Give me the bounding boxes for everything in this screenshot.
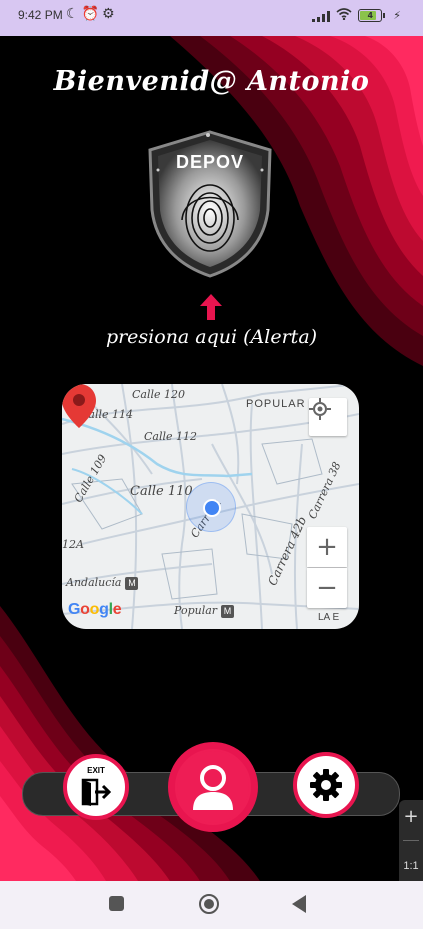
side-ratio-button[interactable]: 1:1	[399, 860, 423, 872]
app-screen: Bienvenid@ Antonio DEPOV presiona aqui (…	[0, 36, 423, 881]
wifi-icon	[336, 8, 352, 23]
arrow-up-icon	[200, 294, 222, 320]
map-label: Calle 120	[132, 388, 186, 401]
map-label: POPULAR	[246, 398, 306, 410]
map-label: Popular M	[174, 604, 235, 618]
alert-shield-button[interactable]: DEPOV	[144, 130, 276, 278]
status-right-icons: 4 ⚡	[312, 8, 401, 23]
status-time: 9:42 PM	[18, 8, 63, 22]
signal-icon	[312, 10, 331, 22]
battery-level: 4	[367, 11, 374, 20]
location-pin-icon[interactable]	[62, 384, 96, 428]
map-label: Calle 112	[144, 430, 198, 443]
battery-icon: 4	[358, 9, 386, 22]
gear-icon	[310, 769, 342, 801]
recent-apps-icon[interactable]	[109, 896, 124, 911]
zoom-out-button[interactable]: −	[307, 568, 347, 608]
my-location-button[interactable]	[309, 398, 347, 436]
metro-badge: M	[221, 604, 235, 618]
google-attribution: Google	[68, 601, 122, 618]
map-label-text: Popular	[174, 604, 218, 617]
alert-instruction: presiona aqui (Alerta)	[105, 326, 318, 348]
status-bar: 9:42 PM ☾⏰⚙ 4 ⚡	[0, 0, 423, 36]
home-icon[interactable]	[199, 894, 219, 914]
profile-button[interactable]	[168, 742, 258, 832]
metro-badge: M	[125, 576, 139, 590]
system-nav-bar	[0, 881, 423, 929]
moon-icon: ☾	[66, 6, 82, 22]
map-label: Calle 110	[130, 484, 193, 499]
side-zoom-in-button[interactable]: +	[399, 806, 423, 827]
welcome-title: Bienvenid@ Antonio	[53, 66, 370, 97]
map-view[interactable]: Calle 120 Calle 114 Calle 112 Calle 109 …	[62, 384, 359, 629]
back-icon[interactable]	[292, 895, 306, 913]
map-label: Andalucía M	[66, 576, 139, 590]
alarm-icon: ⏰	[81, 6, 102, 22]
map-label: 12A	[62, 538, 84, 551]
user-profile-icon	[193, 765, 233, 810]
exit-door-icon	[81, 778, 111, 806]
map-label: LA E	[318, 612, 340, 623]
settings-button[interactable]	[293, 752, 359, 818]
zoom-in-button[interactable]: +	[307, 527, 347, 567]
my-location-dot	[203, 499, 221, 517]
exit-button[interactable]: EXIT	[63, 754, 129, 820]
exit-label: EXIT	[87, 766, 105, 775]
map-label-text: Andalucía	[66, 576, 122, 589]
status-left-icons: ☾⏰⚙	[66, 6, 118, 22]
my-location-icon	[309, 398, 331, 420]
charging-bolt-icon: ⚡	[393, 9, 401, 22]
settings-gear-icon: ⚙	[102, 6, 118, 22]
shield-title: DEPOV	[175, 152, 245, 172]
